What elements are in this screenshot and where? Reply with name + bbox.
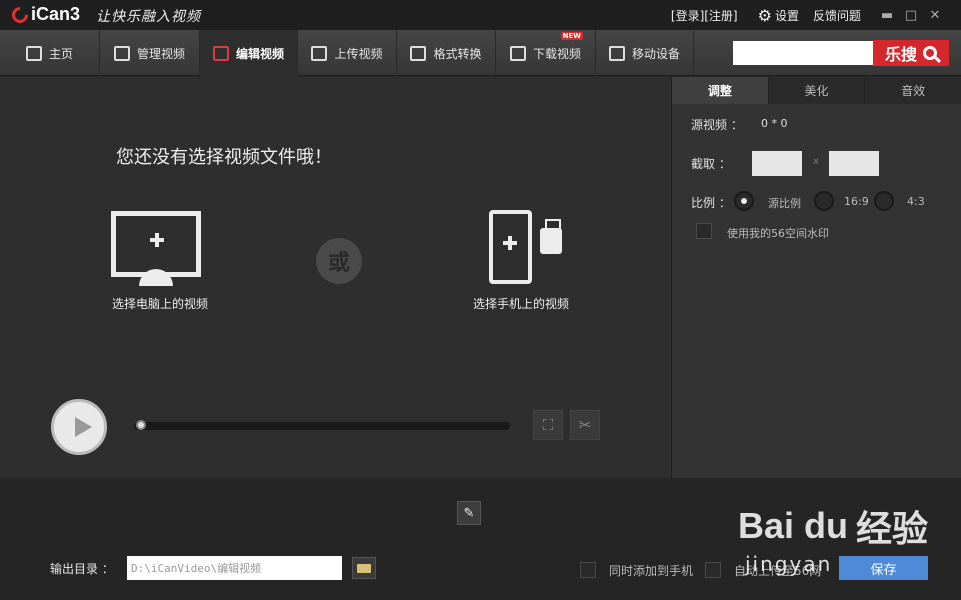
nav-manage-video-label: 管理视频 [136,46,185,61]
plus-icon [150,233,164,247]
crop-label: 截取 ： [691,157,731,171]
source-video-value: 0 * 0 [761,117,788,130]
watermark-label: 使用我的56空间水印 [727,227,829,240]
nav-home-label: 主页 [48,46,73,61]
nav-format-convert[interactable]: 格式转换 [397,30,496,76]
nav-upload-video[interactable]: 上传视频 [298,30,397,76]
nav-home[interactable]: 主页 [0,30,100,76]
nav-download-video-label: 下载视频 [532,46,581,61]
download-icon [509,45,526,61]
ratio-4-3-radio[interactable] [874,191,894,211]
sync-phone-label: 同时添加到手机 [609,564,694,578]
fullscreen-icon[interactable]: ⛶ [533,410,563,440]
nav-mobile-device-label: 移动设备 [631,46,680,61]
nav-format-convert-label: 格式转换 [433,46,482,61]
usb-icon [540,219,562,254]
feedback-link[interactable]: 反馈问题 [813,7,861,24]
or-divider: 或 [316,238,362,284]
app-slogan: 让快乐融入视频 [96,9,201,25]
ratio-original-label: 源比例 [768,197,801,210]
app-name: iCan3 [31,4,81,24]
logo-ring-icon [8,3,32,26]
search-input[interactable] [733,41,873,65]
option2-checkbox[interactable] [705,562,721,578]
select-phone-video-label[interactable]: 选择手机上的视频 [473,295,569,312]
gear-icon[interactable]: ⚙ [758,6,772,25]
empty-prompt: 您还没有选择视频文件哦！ [116,147,332,168]
video-preview-area: 您还没有选择视频文件哦！ 选择电脑上的视频 或 选择手机上的视频 ⛶ ✂ [0,77,671,478]
minimize-icon[interactable]: ▬ [875,8,899,23]
home-icon [25,45,42,61]
ratio-16-9-label: 16:9 [844,195,869,208]
login-register-link[interactable]: [登录][注册] [671,7,738,24]
tab-beautify[interactable]: 美化 [769,77,866,104]
crop-separator: x [813,156,819,167]
close-icon[interactable]: ✕ [923,8,947,23]
ratio-label: 比例 ： [691,196,731,210]
folder-icon[interactable] [352,557,376,579]
nav-download-video[interactable]: 下载视频 NEW [496,30,596,76]
computer-add-icon[interactable] [111,211,201,277]
search-button-label: 乐搜 [884,45,917,64]
select-pc-video-label[interactable]: 选择电脑上的视频 [112,295,208,312]
nav-upload-video-label: 上传视频 [334,46,383,61]
adjust-panel: 调整 美化 音效 源视频 ： 0 * 0 截取 ： x 比例 ： 源比例 16:… [671,77,961,478]
crop-width-field[interactable] [752,151,802,176]
convert-icon [410,45,427,61]
nav-edit-video-label: 编辑视频 [235,46,284,61]
source-video-label: 源视频 ： [691,118,743,132]
edit-video-icon [212,45,229,61]
progress-track[interactable] [134,422,510,430]
scissors-icon[interactable]: ✂ [570,410,600,440]
nav-edit-video[interactable]: 编辑视频 [200,30,298,76]
nav-manage-video[interactable]: 管理视频 [100,30,200,76]
phone-add-icon[interactable] [489,210,532,284]
ratio-4-3-label: 4:3 [907,195,925,208]
watermark-cn: 经验 [856,508,929,549]
crop-height-field[interactable] [829,151,879,176]
search-button[interactable]: 乐搜 [873,40,949,66]
tab-sound-effect[interactable]: 音效 [865,77,961,104]
plus-icon [503,236,517,250]
manage-video-icon [113,45,130,61]
watermark-checkbox[interactable] [696,223,712,239]
sync-phone-checkbox[interactable] [580,562,596,578]
upload-icon [311,45,328,61]
title-bar: iCan3 让快乐融入视频 [登录][注册] ⚙ 设置 反馈问题 ▬ □ ✕ [0,0,961,30]
watermark-brand: Bai du [738,505,849,546]
app-logo: iCan3 [8,3,81,26]
tab-adjust[interactable]: 调整 [672,77,769,104]
settings-link[interactable]: 设置 [775,7,799,24]
ratio-original-radio[interactable] [734,191,754,211]
play-button[interactable] [51,399,107,455]
search-icon [923,46,937,60]
save-button[interactable]: 保存 [839,556,928,580]
maximize-icon[interactable]: □ [899,8,923,23]
nav-mobile-device[interactable]: 移动设备 [596,30,694,76]
baidu-watermark: Bai du 经验 [738,500,928,552]
output-dir-field[interactable] [127,556,342,580]
new-badge: NEW [560,32,583,40]
watermark-sub: jingyan [745,552,833,576]
progress-handle[interactable] [136,420,146,430]
pencil-icon[interactable]: ✎ [457,501,481,525]
ratio-16-9-radio[interactable] [814,191,834,211]
mobile-device-icon [608,45,625,61]
output-dir-label: 输出目录 ： [50,562,114,576]
